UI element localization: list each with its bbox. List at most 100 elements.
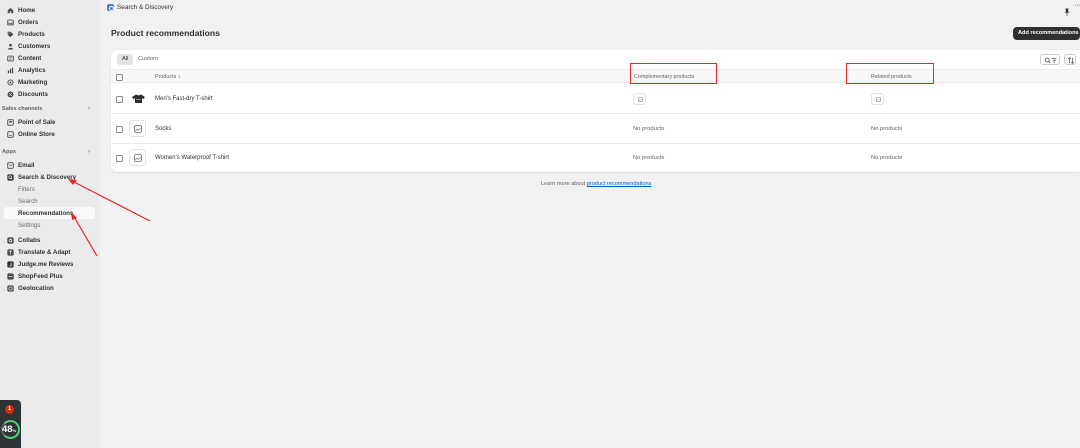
sidebar-item-label: Search xyxy=(18,197,38,205)
image-placeholder-icon xyxy=(134,154,142,162)
sales-channels-heading: Sales channels xyxy=(2,106,43,112)
app-title: Search & Discovery xyxy=(117,4,174,11)
row-checkbox[interactable] xyxy=(116,154,123,162)
more-options-icon[interactable]: ··· xyxy=(1074,2,1080,10)
sidebar-item-discounts[interactable]: Discounts xyxy=(0,88,100,100)
sidebar-item-translate-adapt[interactable]: Translate & Adapt xyxy=(0,246,100,258)
complementary-products-value: No products xyxy=(633,126,665,132)
sidebar-subitem-filters[interactable]: Filters xyxy=(0,183,100,195)
table-row[interactable]: Men's Fast-dry T-shirt xyxy=(111,84,1080,114)
sidebar-item-label: ShopFeed Plus xyxy=(18,272,63,280)
sort-button[interactable] xyxy=(1064,54,1076,65)
sidebar-item-products[interactable]: Products xyxy=(0,28,100,40)
product-recommendations-link[interactable]: product recommendations xyxy=(587,181,652,187)
inbox-icon xyxy=(7,19,14,26)
product-thumbnail xyxy=(129,120,146,137)
sidebar-item-customers[interactable]: Customers xyxy=(0,40,100,52)
sidebar-item-orders[interactable]: Orders xyxy=(0,16,100,28)
chevron-right-icon[interactable]: › xyxy=(88,149,90,156)
sidebar-item-analytics[interactable]: Analytics xyxy=(0,64,100,76)
chevron-right-icon[interactable]: › xyxy=(88,106,90,113)
product-thumbnail xyxy=(129,149,146,166)
row-checkbox[interactable] xyxy=(116,95,123,103)
email-icon xyxy=(7,161,14,169)
page-title: Product recommendations xyxy=(111,28,220,38)
column-header-label: Products xyxy=(155,73,177,80)
home-icon xyxy=(7,7,14,14)
table-row[interactable]: Socks No products No products xyxy=(111,114,1080,144)
image-placeholder-icon xyxy=(637,97,643,102)
sidebar-subitem-settings[interactable]: Settings xyxy=(0,219,100,231)
sidebar-item-label: Recommendations xyxy=(18,209,74,217)
performance-widget[interactable]: 1 48% xyxy=(0,400,21,448)
image-placeholder-icon xyxy=(875,97,881,102)
search-filter-button[interactable] xyxy=(1040,54,1060,65)
table-header-row: Products ↕ Complementary products Relate… xyxy=(111,69,1080,83)
sidebar-item-geolocation[interactable]: Geolocation xyxy=(0,282,100,294)
recommendations-table-card: All Custom Products ↕ Complementary prod… xyxy=(111,50,1080,172)
sidebar-item-label: Orders xyxy=(18,18,39,26)
apps-heading: Apps xyxy=(2,149,16,155)
sort-icon xyxy=(1067,57,1075,64)
sidebar-item-online-store[interactable]: Online Store xyxy=(0,128,100,140)
pin-icon[interactable] xyxy=(1064,3,1070,16)
sidebar-item-judgeme-reviews[interactable]: Judge.me Reviews xyxy=(0,258,100,270)
sidebar-item-label: Filters xyxy=(18,185,35,193)
column-header-products[interactable]: Products ↕ xyxy=(155,74,180,81)
learn-more-text: Learn more about product recommendations xyxy=(541,180,651,188)
percent-value: 48 xyxy=(2,424,13,435)
sidebar-item-marketing[interactable]: Marketing xyxy=(0,76,100,88)
complementary-products-placeholder[interactable] xyxy=(633,93,646,105)
chart-icon xyxy=(7,67,14,74)
sidebar-item-shopfeed-plus[interactable]: ShopFeed Plus xyxy=(0,270,100,282)
notification-badge: 1 xyxy=(5,405,14,414)
sort-glyph-icon: ↕ xyxy=(177,73,181,80)
app-topbar: Search & Discovery ··· xyxy=(100,0,1080,16)
tab-custom[interactable]: Custom xyxy=(133,54,163,65)
shopfeed-icon xyxy=(7,272,14,280)
sidebar-item-label: Analytics xyxy=(18,66,46,74)
sidebar-item-label: Content xyxy=(18,54,42,62)
pos-icon xyxy=(7,118,14,126)
sidebar-item-label: Collabs xyxy=(18,236,41,244)
tag-icon xyxy=(7,31,14,38)
add-recommendations-button[interactable]: Add recommendations xyxy=(1013,27,1080,40)
sidebar-item-email[interactable]: Email xyxy=(0,159,100,171)
row-checkbox[interactable] xyxy=(116,125,123,133)
sidebar-item-collabs[interactable]: Collabs xyxy=(0,234,100,246)
related-products-placeholder[interactable] xyxy=(871,93,884,105)
sidebar-subitem-recommendations[interactable]: Recommendations xyxy=(4,207,95,219)
sidebar-item-label: Customers xyxy=(18,42,51,50)
sidebar-item-label: Translate & Adapt xyxy=(18,248,71,256)
sidebar-item-search-discovery[interactable]: Search & Discovery xyxy=(0,171,100,183)
judgeme-icon xyxy=(7,260,14,268)
globe-icon xyxy=(7,284,14,292)
product-name[interactable]: Socks xyxy=(155,125,171,133)
store-icon xyxy=(7,130,14,138)
learn-more-prefix: Learn more about xyxy=(541,181,587,187)
discount-icon xyxy=(7,91,14,98)
annotation-box-complementary xyxy=(630,63,717,84)
search-discovery-app-icon xyxy=(7,173,14,181)
table-row[interactable]: Women's Waterproof T-shirt No products N… xyxy=(111,143,1080,173)
sidebar-item-label: Products xyxy=(18,30,45,38)
tshirt-photo-icon xyxy=(132,94,145,103)
percent-unit: % xyxy=(12,428,17,433)
sidebar-item-label: Judge.me Reviews xyxy=(18,260,74,268)
tab-all[interactable]: All xyxy=(117,54,134,65)
widget-percent: 48% xyxy=(2,425,16,436)
sidebar-item-home[interactable]: Home xyxy=(0,4,100,16)
select-all-checkbox[interactable] xyxy=(116,73,123,81)
sidebar-item-content[interactable]: Content xyxy=(0,52,100,64)
product-thumbnail xyxy=(129,90,146,107)
translate-icon xyxy=(7,248,14,256)
sidebar-subitem-search[interactable]: Search xyxy=(0,195,100,207)
search-filter-icon xyxy=(1044,57,1057,63)
complementary-products-value: No products xyxy=(633,155,665,161)
target-icon xyxy=(7,78,14,86)
sidebar-item-point-of-sale[interactable]: Point of Sale xyxy=(0,116,100,128)
related-products-value: No products xyxy=(871,155,903,161)
product-name[interactable]: Women's Waterproof T-shirt xyxy=(155,154,229,162)
product-name[interactable]: Men's Fast-dry T-shirt xyxy=(155,95,213,103)
content-icon xyxy=(7,55,14,62)
